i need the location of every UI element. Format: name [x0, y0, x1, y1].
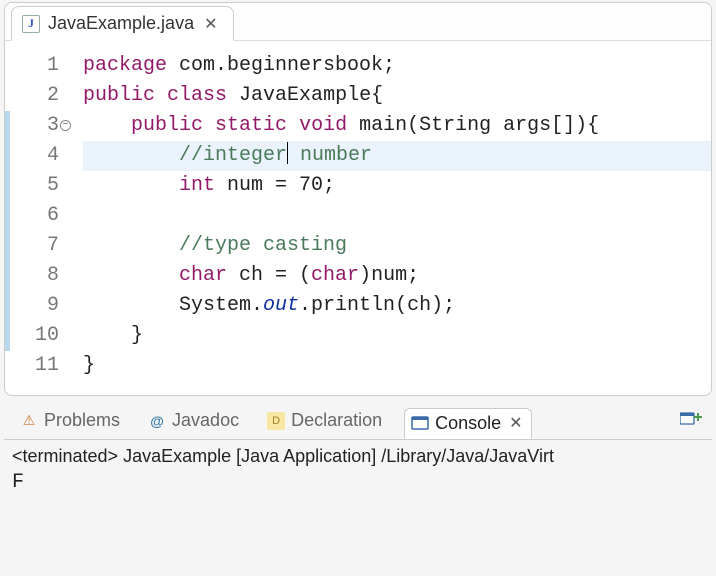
- view-tabbar: ⚠ Problems @ Javadoc D Declaration Conso…: [4, 402, 712, 440]
- tab-problems[interactable]: ⚠ Problems: [14, 406, 126, 435]
- editor-tabbar: J JavaExample.java ✕: [5, 3, 711, 41]
- tab-label: Console: [435, 413, 501, 434]
- code-line[interactable]: public class JavaExample{: [83, 81, 711, 111]
- line-number-gutter: 123−4567891011: [5, 51, 65, 381]
- code-line[interactable]: public static void main(String args[]){: [83, 111, 711, 141]
- tab-console[interactable]: Console ✕: [404, 408, 531, 439]
- code-area[interactable]: 123−4567891011 package com.beginnersbook…: [5, 41, 711, 395]
- code-line[interactable]: }: [83, 351, 711, 381]
- tab-javadoc[interactable]: @ Javadoc: [142, 406, 245, 435]
- problems-icon: ⚠: [20, 412, 38, 430]
- line-number: 5: [17, 171, 59, 201]
- line-number: 2: [17, 81, 59, 111]
- tab-declaration[interactable]: D Declaration: [261, 406, 388, 435]
- console-icon: [411, 414, 429, 432]
- console-output: F: [12, 467, 704, 494]
- close-icon[interactable]: ✕: [202, 14, 219, 34]
- line-number: 3−: [17, 111, 59, 141]
- tab-label: Declaration: [291, 410, 382, 431]
- javadoc-icon: @: [148, 412, 166, 430]
- code-line[interactable]: }: [83, 321, 711, 351]
- declaration-icon: D: [267, 412, 285, 430]
- line-number: 10: [17, 321, 59, 351]
- line-number: 9: [17, 291, 59, 321]
- code-line[interactable]: //integer number: [83, 141, 711, 171]
- code-content[interactable]: package com.beginnersbook;public class J…: [65, 51, 711, 381]
- tab-label: Javadoc: [172, 410, 239, 431]
- line-number: 6: [17, 201, 59, 231]
- line-number: 8: [17, 261, 59, 291]
- line-number: 1: [17, 51, 59, 81]
- editor-tab-javaexample[interactable]: J JavaExample.java ✕: [11, 6, 234, 41]
- line-number: 11: [17, 351, 59, 381]
- code-line[interactable]: package com.beginnersbook;: [83, 51, 711, 81]
- code-line[interactable]: int num = 70;: [83, 171, 711, 201]
- code-line[interactable]: System.out.println(ch);: [83, 291, 711, 321]
- code-line[interactable]: [83, 201, 711, 231]
- line-number: 4: [17, 141, 59, 171]
- code-line[interactable]: char ch = (char)num;: [83, 261, 711, 291]
- java-file-icon: J: [22, 15, 40, 33]
- console-body: <terminated> JavaExample [Java Applicati…: [4, 440, 712, 500]
- new-console-icon[interactable]: [680, 409, 702, 432]
- close-icon[interactable]: ✕: [507, 413, 524, 433]
- code-line[interactable]: //type casting: [83, 231, 711, 261]
- line-number: 7: [17, 231, 59, 261]
- editor-panel: J JavaExample.java ✕ 123−4567891011 pack…: [4, 2, 712, 396]
- console-status: <terminated> JavaExample [Java Applicati…: [12, 446, 704, 467]
- tab-label: Problems: [44, 410, 120, 431]
- editor-tab-label: JavaExample.java: [48, 13, 194, 34]
- bottom-views: ⚠ Problems @ Javadoc D Declaration Conso…: [4, 402, 712, 500]
